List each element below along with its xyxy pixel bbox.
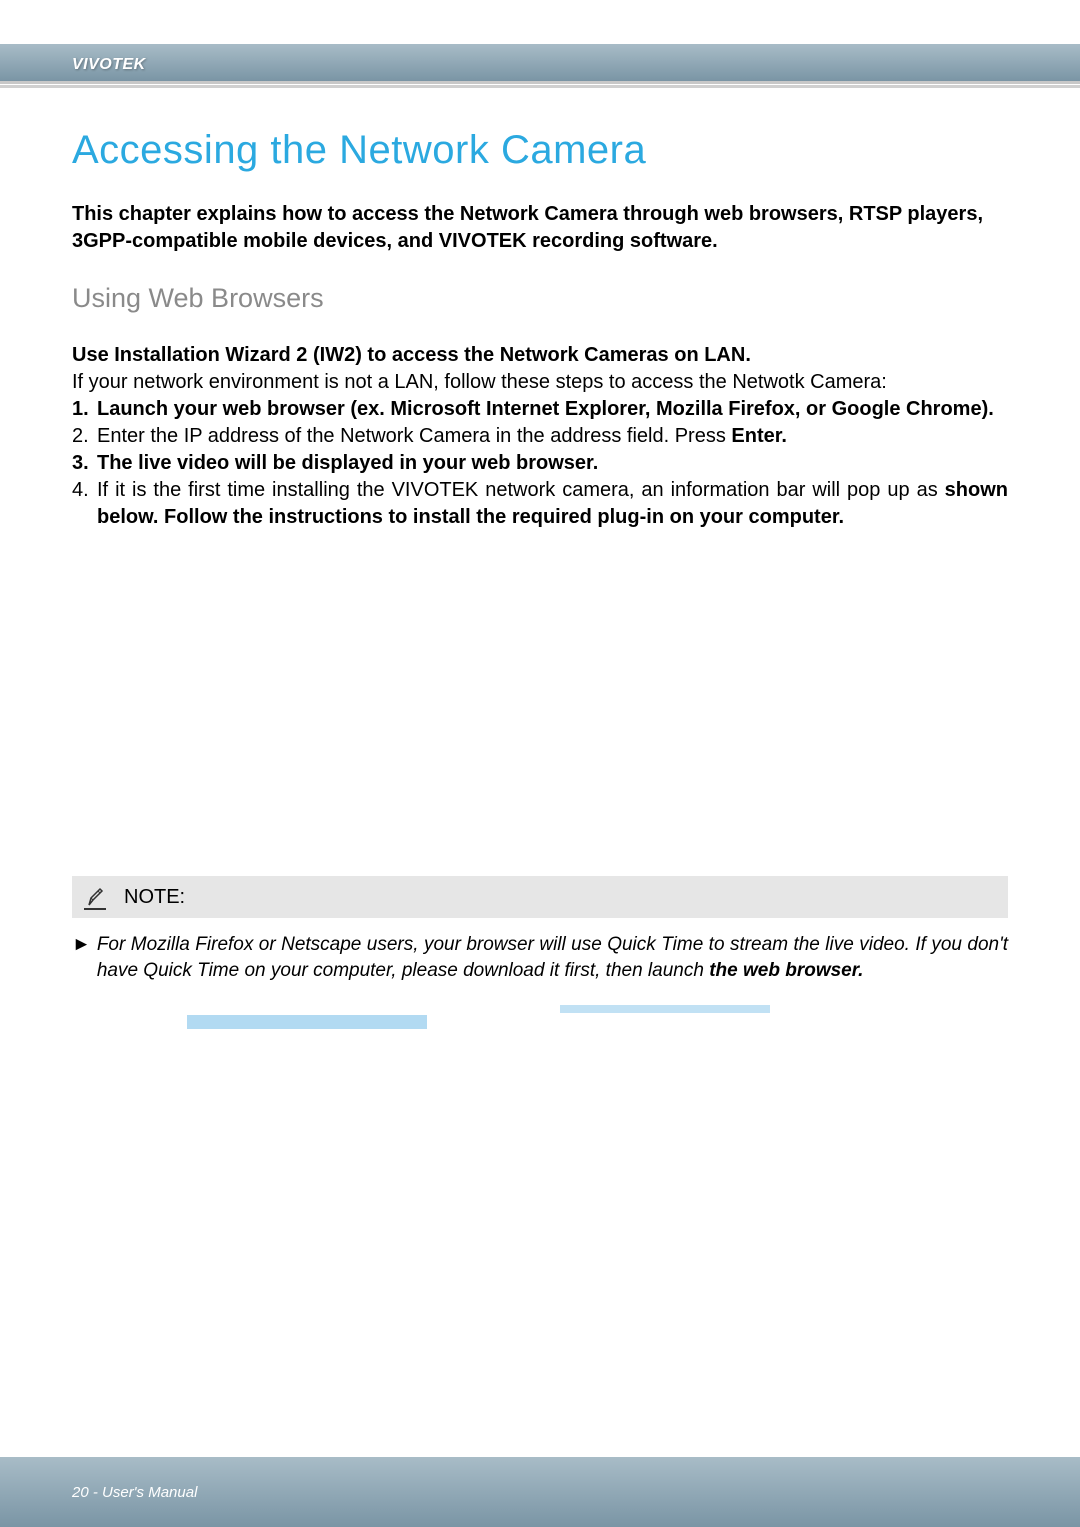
step-4: 4. If it is the first time installing th… — [72, 477, 1008, 531]
footer-text: 20 - User's Manual — [72, 1484, 197, 1501]
step-number: 2. — [72, 423, 97, 450]
nonlan-instruction: If your network environment is not a LAN… — [72, 369, 1008, 396]
step-2: 2. Enter the IP address of the Network C… — [72, 423, 1008, 450]
step-number: 1. — [72, 396, 97, 423]
decorative-bar-right — [560, 1005, 770, 1013]
step-number: 3. — [72, 450, 97, 477]
step-1: 1. Launch your web browser (ex. Microsof… — [72, 396, 1008, 423]
main-title: Accessing the Network Camera — [72, 128, 1008, 173]
brand-name: VIVOTEK — [72, 56, 146, 74]
step-3: 3. The live video will be displayed in y… — [72, 450, 1008, 477]
section-title: Using Web Browsers — [72, 283, 1008, 314]
page-header: VIVOTEK — [0, 0, 1080, 88]
pencil-icon — [84, 884, 106, 910]
wizard-instruction: Use Installation Wizard 2 (IW2) to acces… — [72, 342, 1008, 369]
steps-list: 1. Launch your web browser (ex. Microsof… — [72, 396, 1008, 531]
step-text: If it is the first time installing the V… — [97, 477, 1008, 531]
header-gradient — [0, 44, 1080, 84]
page-content: Accessing the Network Camera This chapte… — [0, 88, 1080, 983]
decorative-bar-left — [187, 1015, 427, 1029]
page-footer: 20 - User's Manual — [0, 1457, 1080, 1527]
arrow-icon: ► — [72, 932, 91, 983]
note-header: NOTE: — [72, 876, 1008, 918]
step-number: 4. — [72, 477, 97, 531]
step-text: The live video will be displayed in your… — [97, 450, 1008, 477]
note-body: ► For Mozilla Firefox or Netscape users,… — [72, 932, 1008, 983]
step-text: Enter the IP address of the Network Came… — [97, 423, 1008, 450]
intro-paragraph: This chapter explains how to access the … — [72, 201, 1008, 255]
note-label: NOTE: — [124, 886, 185, 909]
note-text: For Mozilla Firefox or Netscape users, y… — [97, 932, 1008, 983]
step-text: Launch your web browser (ex. Microsoft I… — [97, 396, 1008, 423]
